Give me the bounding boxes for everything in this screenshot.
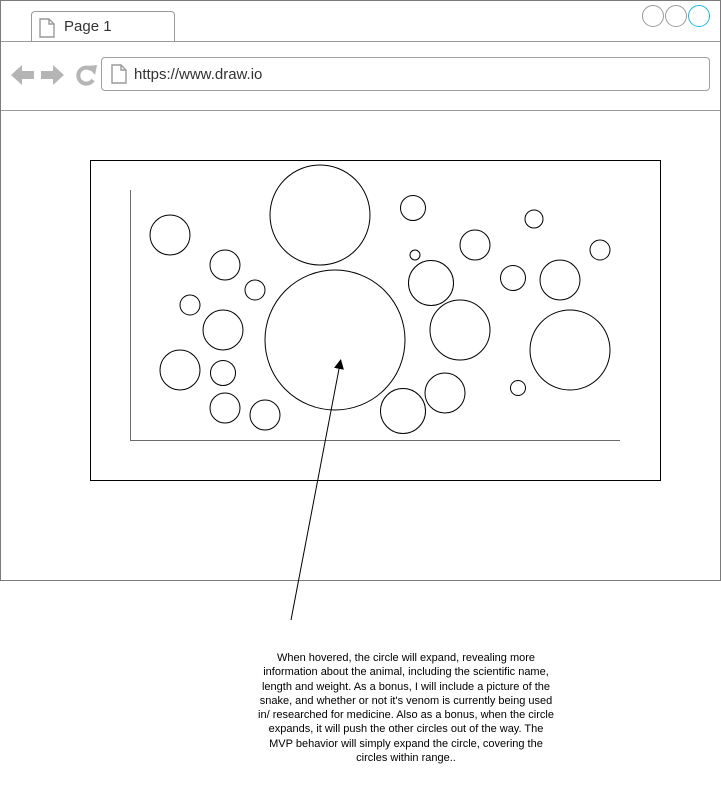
bubble[interactable] (539, 259, 581, 301)
bubble[interactable] (429, 299, 491, 361)
bubble[interactable] (380, 388, 426, 434)
bubble[interactable] (210, 360, 236, 386)
bubble[interactable] (589, 239, 611, 261)
annotation-note: When hovered, the circle will expand, re… (258, 652, 554, 765)
bubble[interactable] (400, 195, 426, 221)
bubble[interactable] (159, 349, 201, 391)
bubble[interactable] (149, 214, 191, 256)
bubble[interactable] (209, 249, 241, 281)
bubble[interactable] (269, 164, 371, 266)
bubble[interactable] (202, 309, 244, 351)
bubble[interactable] (459, 229, 491, 261)
bubble[interactable] (179, 294, 201, 316)
bubble[interactable] (209, 392, 241, 424)
chart-frame (90, 160, 661, 481)
bubble[interactable] (424, 372, 466, 414)
bubble[interactable] (510, 380, 526, 396)
bubble[interactable] (500, 265, 526, 291)
bubble[interactable] (249, 399, 281, 431)
bubble[interactable] (409, 249, 421, 261)
chart-axes (130, 190, 620, 441)
bubble[interactable] (524, 209, 544, 229)
bubble[interactable] (244, 279, 266, 301)
bubble-group (149, 164, 611, 434)
bubble[interactable] (408, 260, 454, 306)
bubble[interactable] (529, 309, 611, 391)
